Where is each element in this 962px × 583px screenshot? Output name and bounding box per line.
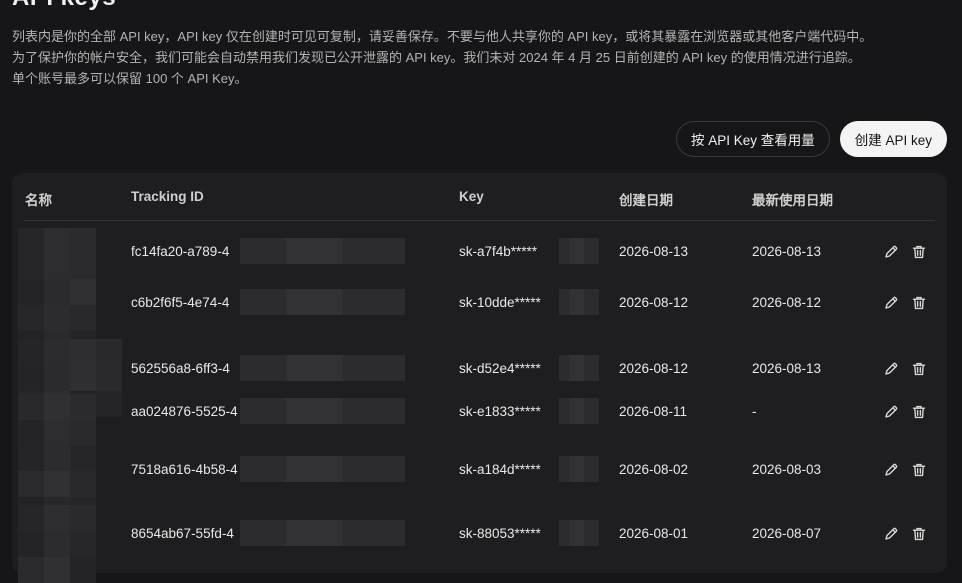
api-key-masked: sk-e1833***** xyxy=(459,404,541,419)
api-keys-table: 名称 Tracking ID Key 创建日期 最新使用日期 fc14fa20-… xyxy=(12,173,947,583)
column-header-name: 名称 xyxy=(25,193,52,208)
created-date: 2026-08-13 xyxy=(619,244,689,259)
key-name-redacted xyxy=(18,505,96,583)
last-used-date: 2026-08-12 xyxy=(752,295,822,310)
trash-icon[interactable] xyxy=(911,295,927,311)
tracking-id: 7518a616-4b58-4 xyxy=(131,462,238,477)
tracking-id: 562556a8-6ff3-4 xyxy=(131,361,230,376)
tracking-id: c6b2f6f5-4e74-4 xyxy=(131,295,230,310)
last-used-date: 2026-08-13 xyxy=(752,361,822,376)
view-usage-button[interactable]: 按 API Key 查看用量 xyxy=(675,121,830,157)
created-date: 2026-08-11 xyxy=(619,404,688,419)
column-header-created: 创建日期 xyxy=(619,193,673,208)
created-date: 2026-08-02 xyxy=(619,462,689,477)
tracking-id-redacted xyxy=(240,398,405,424)
column-header-tracking-id: Tracking ID xyxy=(131,189,204,204)
pencil-icon[interactable] xyxy=(883,526,899,542)
key-name-redacted xyxy=(18,394,96,446)
api-key-redacted xyxy=(559,238,599,264)
tracking-id: aa024876-5525-4 xyxy=(131,404,238,419)
created-date: 2026-08-12 xyxy=(619,361,689,376)
trash-icon[interactable] xyxy=(911,244,927,260)
last-used-date: 2026-08-03 xyxy=(752,462,822,477)
trash-icon[interactable] xyxy=(911,526,927,542)
page-description: 列表内是你的全部 API key，API key 仅在创建时可见可复制，请妥善保… xyxy=(12,26,952,89)
last-used-date: 2026-08-07 xyxy=(752,526,822,541)
api-key-redacted xyxy=(559,289,599,315)
api-key-redacted xyxy=(559,398,599,424)
api-key-masked: sk-88053***** xyxy=(459,526,541,541)
api-key-masked: sk-a184d***** xyxy=(459,462,541,477)
last-used-date: - xyxy=(752,404,757,419)
column-header-last-used: 最新使用日期 xyxy=(752,193,833,208)
description-line: 列表内是你的全部 API key，API key 仅在创建时可见可复制，请妥善保… xyxy=(12,29,873,44)
pencil-icon[interactable] xyxy=(883,404,899,420)
created-date: 2026-08-01 xyxy=(619,526,689,541)
api-key-redacted xyxy=(559,355,599,381)
tracking-id: 8654ab67-55fd-4 xyxy=(131,526,234,541)
page-title: API keys xyxy=(12,0,116,12)
pencil-icon[interactable] xyxy=(883,244,899,260)
last-used-date: 2026-08-13 xyxy=(752,244,822,259)
api-key-redacted xyxy=(559,520,599,546)
trash-icon[interactable] xyxy=(911,404,927,420)
tracking-id-redacted xyxy=(240,289,405,315)
api-key-redacted xyxy=(559,456,599,482)
tracking-id-redacted xyxy=(240,238,405,264)
tracking-id-redacted xyxy=(240,456,405,482)
api-key-masked: sk-a7f4b***** xyxy=(459,244,538,259)
table-header: 名称 Tracking ID Key 创建日期 最新使用日期 xyxy=(24,173,935,221)
pencil-icon[interactable] xyxy=(883,361,899,377)
api-key-masked: sk-10dde***** xyxy=(459,295,541,310)
pencil-icon[interactable] xyxy=(883,462,899,478)
header-actions: 按 API Key 查看用量 创建 API key xyxy=(675,121,947,157)
description-line: 单个账号最多可以保留 100 个 API Key。 xyxy=(12,71,248,86)
tracking-id-redacted xyxy=(240,355,405,381)
column-header-key: Key xyxy=(459,189,484,204)
description-line: 为了保护你的帐户安全，我们可能会自动禁用我们发现已公开泄露的 API key。我… xyxy=(12,50,861,65)
trash-icon[interactable] xyxy=(911,462,927,478)
tracking-id-redacted xyxy=(240,520,405,546)
key-name-redacted xyxy=(18,228,96,280)
tracking-id: fc14fa20-a789-4 xyxy=(131,244,230,259)
pencil-icon[interactable] xyxy=(883,295,899,311)
created-date: 2026-08-12 xyxy=(619,295,689,310)
trash-icon[interactable] xyxy=(911,361,927,377)
create-api-key-button[interactable]: 创建 API key xyxy=(839,121,947,157)
api-key-masked: sk-d52e4***** xyxy=(459,361,541,376)
